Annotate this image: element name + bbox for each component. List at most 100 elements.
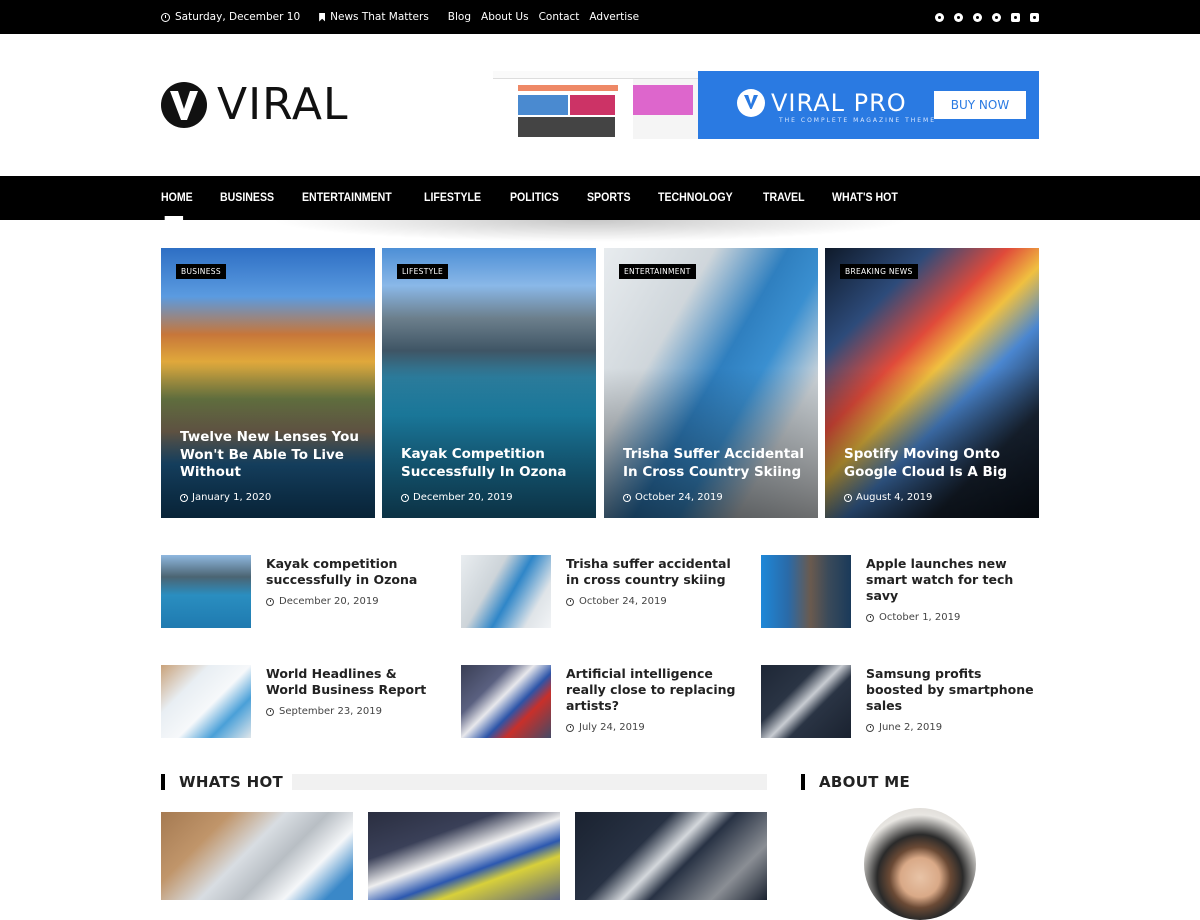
hot-post-image[interactable]: [575, 812, 767, 900]
featured-date: December 20, 2019: [401, 492, 513, 503]
list-item[interactable]: Trisha suffer accidental in cross countr…: [461, 555, 741, 628]
post-date-text: October 1, 2019: [879, 612, 961, 623]
post-thumbnail[interactable]: [161, 665, 251, 738]
featured-date-text: October 24, 2019: [635, 492, 723, 503]
banner-brand-text: VIRAL PRO: [771, 89, 907, 117]
hot-post-image[interactable]: [161, 812, 353, 900]
list-item[interactable]: World Headlines & World Business Report …: [161, 665, 441, 738]
category-badge[interactable]: BREAKING NEWS: [840, 264, 918, 279]
post-date: June 2, 2019: [866, 722, 1041, 733]
featured-date: January 1, 2020: [180, 492, 271, 503]
top-tagline: News That Matters: [319, 11, 429, 23]
top-link-advertise[interactable]: Advertise: [589, 11, 639, 23]
heading-bar: [161, 774, 165, 790]
top-link-contact[interactable]: Contact: [539, 11, 580, 23]
featured-card[interactable]: LIFESTYLE Kayak Competition Successfully…: [382, 248, 596, 518]
list-item[interactable]: Samsung profits boosted by smartphone sa…: [761, 665, 1041, 738]
nav-technology[interactable]: TECHNOLOGY: [658, 176, 733, 220]
nav-whats-hot[interactable]: WHAT'S HOT: [832, 176, 898, 220]
featured-title[interactable]: Spotify Moving Onto Google Cloud Is A Bi…: [844, 446, 1025, 481]
nav-home[interactable]: HOME: [161, 176, 193, 220]
post-title[interactable]: World Headlines & World Business Report: [266, 666, 441, 698]
category-badge[interactable]: BUSINESS: [176, 264, 226, 279]
post-thumbnail[interactable]: [461, 555, 551, 628]
nav-travel[interactable]: TRAVEL: [763, 176, 805, 220]
clock-icon: [844, 493, 852, 502]
social-links: [935, 12, 1039, 22]
hot-post-image[interactable]: [368, 812, 560, 900]
list-item[interactable]: Apple launches new smart watch for tech …: [761, 555, 1041, 628]
post-title[interactable]: Samsung profits boosted by smartphone sa…: [866, 666, 1041, 714]
ad-banner[interactable]: VIRAL PRO THE COMPLETE MAGAZINE THEME BU…: [493, 71, 1039, 139]
section-heading-about-me: ABOUT ME: [801, 773, 910, 791]
nav-politics[interactable]: POLITICS: [510, 176, 559, 220]
top-date-text: Saturday, December 10: [175, 11, 301, 23]
category-badge[interactable]: ENTERTAINMENT: [619, 264, 696, 279]
featured-card[interactable]: BREAKING NEWS Spotify Moving Onto Google…: [825, 248, 1039, 518]
nav-business[interactable]: BUSINESS: [220, 176, 274, 220]
post-thumbnail[interactable]: [761, 665, 851, 738]
top-date: Saturday, December 10: [161, 11, 300, 23]
avatar: [864, 808, 976, 920]
featured-card[interactable]: ENTERTAINMENT Trisha Suffer Accidental I…: [604, 248, 818, 518]
list-item[interactable]: Artificial intelligence really close to …: [461, 665, 741, 738]
clock-icon: [266, 597, 274, 606]
featured-title[interactable]: Kayak Competition Successfully In Ozona: [401, 446, 582, 481]
instagram-icon[interactable]: [1030, 12, 1039, 22]
section-title-text: WHATS HOT: [179, 773, 284, 791]
heading-bar: [801, 774, 805, 790]
clock-icon: [566, 723, 574, 732]
youtube-icon[interactable]: [992, 12, 1001, 22]
post-title[interactable]: Kayak competition successfully in Ozona: [266, 556, 441, 588]
facebook-icon[interactable]: [935, 12, 944, 22]
section-heading-whats-hot: WHATS HOT: [161, 773, 283, 791]
featured-date-text: January 1, 2020: [192, 492, 272, 503]
post-title[interactable]: Trisha suffer accidental in cross countr…: [566, 556, 741, 588]
post-date-text: October 24, 2019: [579, 596, 667, 607]
twitter-icon[interactable]: [954, 12, 963, 22]
list-item[interactable]: Kayak competition successfully in Ozona …: [161, 555, 441, 628]
banner-subtitle: THE COMPLETE MAGAZINE THEME: [779, 117, 937, 124]
clock-icon: [266, 707, 274, 716]
viral-pro-logo-icon: [737, 89, 765, 117]
clock-icon: [401, 493, 409, 502]
featured-title[interactable]: Trisha Suffer Accidental In Cross Countr…: [623, 446, 804, 481]
nav-lifestyle[interactable]: LIFESTYLE: [424, 176, 481, 220]
clock-icon: [566, 597, 574, 606]
post-title[interactable]: Artificial intelligence really close to …: [566, 666, 741, 714]
featured-title[interactable]: Twelve New Lenses You Won't Be Able To L…: [180, 429, 361, 482]
post-title[interactable]: Apple launches new smart watch for tech …: [866, 556, 1041, 604]
linkedin-icon[interactable]: [1011, 12, 1020, 22]
post-thumbnail[interactable]: [761, 555, 851, 628]
bookmark-icon: [319, 12, 326, 22]
featured-date: August 4, 2019: [844, 492, 932, 503]
section-divider: [292, 774, 767, 790]
section-title-text: ABOUT ME: [819, 773, 911, 791]
nav-entertainment[interactable]: ENTERTAINMENT: [302, 176, 392, 220]
featured-date-text: December 20, 2019: [413, 492, 513, 503]
pinterest-icon[interactable]: [973, 12, 982, 22]
post-date: September 23, 2019: [266, 706, 441, 717]
top-link-blog[interactable]: Blog: [448, 11, 471, 23]
banner-screenshot: [493, 71, 698, 139]
buy-now-button[interactable]: BUY NOW: [934, 91, 1026, 119]
post-date: December 20, 2019: [266, 596, 441, 607]
post-date: October 24, 2019: [566, 596, 741, 607]
logo-v-icon: [161, 82, 207, 128]
featured-date-text: August 4, 2019: [856, 492, 933, 503]
featured-card[interactable]: BUSINESS Twelve New Lenses You Won't Be …: [161, 248, 375, 518]
nav-sports[interactable]: SPORTS: [587, 176, 631, 220]
clock-icon: [180, 493, 188, 502]
post-thumbnail[interactable]: [161, 555, 251, 628]
logo-text: VIRAL: [217, 79, 349, 130]
site-logo[interactable]: VIRAL: [161, 82, 348, 128]
clock-icon: [866, 723, 874, 732]
post-date-text: December 20, 2019: [279, 596, 379, 607]
clock-icon: [866, 613, 874, 622]
post-date-text: September 23, 2019: [279, 706, 382, 717]
post-thumbnail[interactable]: [461, 665, 551, 738]
post-date: October 1, 2019: [866, 612, 1041, 623]
top-link-about-us[interactable]: About Us: [481, 11, 529, 23]
post-date-text: July 24, 2019: [579, 722, 645, 733]
category-badge[interactable]: LIFESTYLE: [397, 264, 448, 279]
